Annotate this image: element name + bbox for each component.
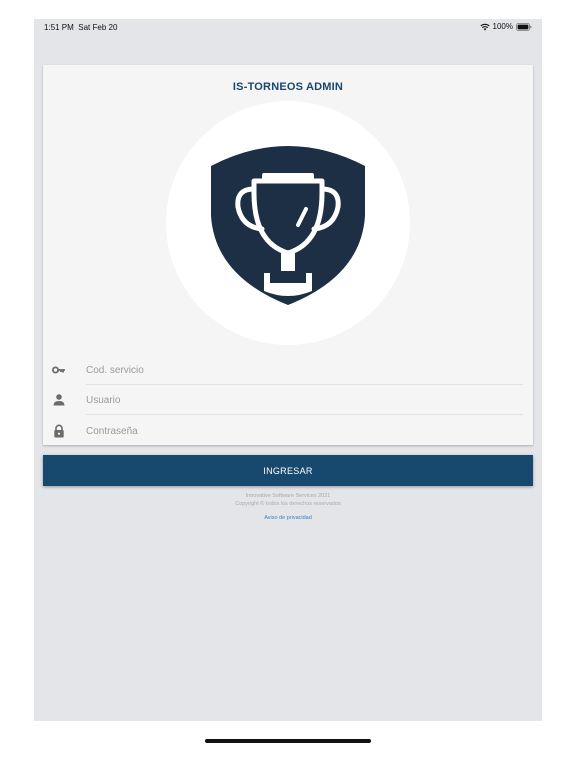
login-button[interactable]: INGRESAR [43, 455, 533, 486]
footer-company: Innovative Software Services 2021 [245, 493, 331, 499]
wifi-icon [479, 23, 490, 31]
username-input[interactable] [86, 389, 516, 411]
login-card: IS-TORNEOS ADMIN [43, 65, 533, 445]
lock-icon [52, 424, 66, 438]
password-row [43, 416, 533, 446]
trophy-shield-icon [211, 146, 365, 305]
app-screen: 1:51 PM Sat Feb 20 100% IS-TORNEOS ADMIN… [34, 19, 542, 721]
service-code-row [43, 355, 533, 385]
home-indicator[interactable] [205, 739, 371, 743]
service-code-input[interactable] [86, 359, 516, 381]
username-underline [86, 414, 523, 415]
logo-container [166, 101, 410, 345]
person-icon [52, 393, 66, 407]
status-bar: 1:51 PM Sat Feb 20 100% [34, 19, 542, 37]
key-icon [52, 363, 66, 377]
battery-icon [516, 22, 532, 31]
username-row [43, 385, 533, 415]
app-title: IS-TORNEOS ADMIN [232, 81, 344, 93]
password-input[interactable] [86, 420, 516, 442]
privacy-link[interactable]: Aviso de privacidad [34, 515, 542, 521]
footer-copyright: Copyright © todos los derechos reservado… [235, 501, 341, 507]
battery-percent: 100% [492, 22, 513, 31]
status-time: 1:51 PM Sat Feb 20 [44, 23, 117, 32]
status-indicators: 100% [479, 22, 532, 31]
status-time-value: 1:51 PM [44, 23, 74, 32]
status-date: Sat Feb 20 [78, 23, 118, 32]
